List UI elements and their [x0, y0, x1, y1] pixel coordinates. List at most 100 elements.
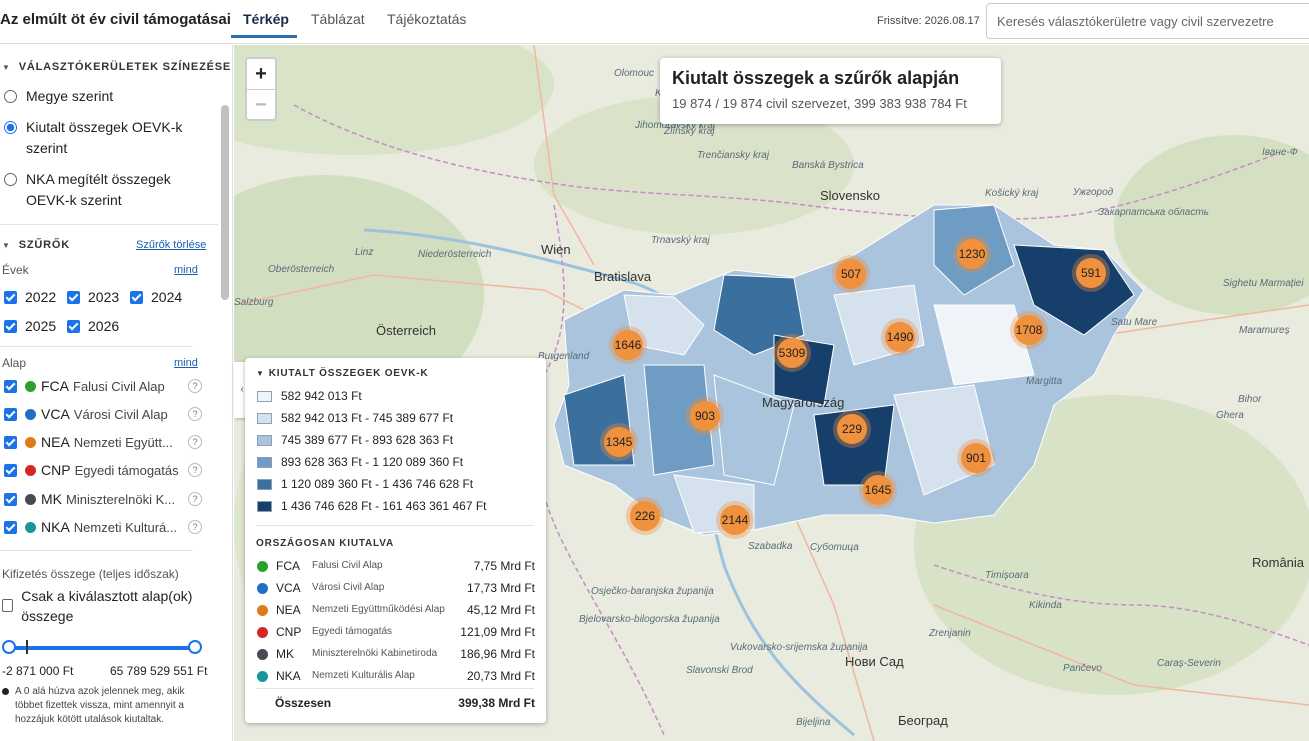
divider [256, 525, 534, 526]
tab-map[interactable]: Térkép [243, 11, 289, 27]
sidebar-scrollbar[interactable] [221, 105, 229, 300]
help-icon[interactable]: ? [188, 520, 202, 534]
map-place-label: Niederösterreich [418, 249, 492, 260]
cluster-marker[interactable]: 901 [957, 439, 995, 477]
fund-checkbox-mk[interactable]: MK Miniszterelnöki K... [4, 491, 175, 507]
fund-checkbox-cnp[interactable]: CNP Egyedi támogatás [4, 462, 179, 478]
tab-info[interactable]: Tájékoztatás [387, 11, 466, 27]
year-2026-checkbox[interactable]: 2026 [67, 318, 119, 334]
slider-min-handle[interactable] [2, 640, 16, 654]
radio-button[interactable] [4, 173, 17, 186]
legend-swatch [257, 390, 272, 402]
year-2023-checkbox[interactable]: 2023 [67, 289, 119, 305]
fund-value: 45,12 Mrd Ft [466, 603, 535, 617]
fund-all-link[interactable]: mind [174, 357, 198, 369]
help-icon[interactable]: ? [188, 492, 202, 506]
cluster-marker[interactable]: 2144 [716, 501, 754, 539]
fund-name: Egyedi támogatás [312, 626, 393, 637]
legend-header[interactable]: ▼ KIUTALT ÖSSZEGEK OEVK-K [256, 368, 428, 379]
year-2025-checkbox[interactable]: 2025 [4, 318, 56, 334]
cluster-count: 901 [961, 443, 991, 473]
cluster-count: 1646 [613, 330, 643, 360]
fund-color-dot [257, 583, 268, 594]
top-bar: Az elmúlt öt év civil támogatásai Térkép… [0, 0, 1309, 44]
radio-button-selected[interactable] [4, 121, 17, 134]
legend-bin: 1 120 089 360 Ft - 1 436 746 628 Ft [257, 477, 473, 491]
cluster-marker[interactable]: 1708 [1010, 311, 1048, 349]
fund-checkbox-vca[interactable]: VCA Városi Civil Alap [4, 406, 168, 422]
fund-checkbox-nka[interactable]: NKA Nemzeti Kulturá... [4, 519, 177, 535]
cluster-count: 229 [837, 414, 867, 444]
fund-name: Miniszterelnöki K... [66, 491, 176, 507]
checkbox[interactable] [4, 492, 17, 506]
help-icon[interactable]: ? [188, 407, 202, 421]
slider-max-handle[interactable] [188, 640, 202, 654]
year-2024-checkbox[interactable]: 2024 [130, 289, 182, 305]
radio-button[interactable] [4, 90, 17, 103]
fund-code: VCA [41, 406, 70, 422]
cluster-marker[interactable]: 226 [626, 497, 664, 535]
fund-code: MK [276, 647, 294, 661]
fund-code: NEA [41, 434, 70, 450]
fund-value: 186,96 Mrd Ft [460, 647, 535, 661]
fund-color-dot [25, 493, 36, 505]
fund-value: 20,73 Mrd Ft [466, 669, 535, 683]
cluster-count: 591 [1076, 258, 1106, 288]
amount-slider-track[interactable] [8, 646, 195, 650]
help-icon[interactable]: ? [188, 435, 202, 449]
map-place-label: Kikinda [1029, 600, 1062, 611]
legend-bin: 745 389 677 Ft - 893 628 363 Ft [257, 433, 453, 447]
cluster-marker[interactable]: 507 [832, 255, 870, 293]
slider-zero-mark [26, 640, 28, 654]
coloring-option-oevk[interactable]: Kiutalt összegek OEVK-k szerint [4, 117, 194, 159]
checkbox[interactable] [4, 520, 17, 534]
zoom-in-button[interactable]: + [247, 59, 275, 89]
checkbox[interactable] [4, 379, 17, 393]
legend-bin-label: 582 942 013 Ft - 745 389 677 Ft [281, 411, 454, 425]
checkbox[interactable] [4, 463, 17, 477]
cluster-marker[interactable]: 1230 [953, 235, 991, 273]
coloring-option-county[interactable]: Megye szerint [4, 86, 113, 107]
coloring-option-nka[interactable]: NKA megítélt összegek OEVK-k szerint [4, 169, 194, 211]
only-selected-checkbox[interactable]: Csak a kiválasztott alap(ok) összege [2, 586, 212, 626]
fund-code: NKA [276, 669, 301, 683]
fund-color-dot [257, 561, 268, 572]
fund-name: Falusi Civil Alap [73, 378, 165, 394]
cluster-marker[interactable]: 1490 [881, 318, 919, 356]
map-place-label: Нови Сад [845, 654, 904, 669]
cluster-marker[interactable]: 5309 [773, 334, 811, 372]
coloring-section-header[interactable]: ▼ VÁLASZTÓKERÜLETEK SZÍNEZÉSE [2, 61, 231, 73]
map-place-label: Wien [541, 242, 571, 257]
tab-table[interactable]: Táblázat [311, 11, 365, 27]
fund-checkbox-nea[interactable]: NEA Nemzeti Együtt... [4, 434, 173, 450]
cluster-count: 226 [630, 501, 660, 531]
fund-checkbox-fca[interactable]: FCA Falusi Civil Alap [4, 378, 165, 394]
cluster-count: 903 [690, 401, 720, 431]
fund-name: Egyedi támogatás [74, 462, 179, 478]
map-title-box: Kiutalt összegek a szűrők alapján 19 874… [660, 58, 1001, 124]
fund-name: Nemzeti Kulturá... [73, 519, 178, 535]
cluster-marker[interactable]: 1645 [859, 471, 897, 509]
fund-color-dot [25, 436, 36, 448]
map-place-label: Zrenjanin [929, 628, 971, 639]
years-all-link[interactable]: mind [174, 264, 198, 276]
help-icon[interactable]: ? [188, 379, 202, 393]
cluster-marker[interactable]: 1345 [600, 423, 638, 461]
cluster-marker[interactable]: 591 [1072, 254, 1110, 292]
map-place-label: Caraș-Severin [1157, 658, 1221, 669]
cluster-marker[interactable]: 1646 [609, 326, 647, 364]
cluster-marker[interactable]: 229 [833, 410, 871, 448]
map-place-label: Ghera [1216, 410, 1244, 421]
checkbox[interactable] [4, 435, 17, 449]
search-input[interactable] [986, 3, 1309, 39]
fund-value: 17,73 Mrd Ft [466, 581, 535, 595]
fund-code: FCA [276, 559, 300, 573]
fund-name: Nemzeti Együttműködési Alap [312, 604, 445, 615]
cluster-marker[interactable]: 903 [686, 397, 724, 435]
checkbox[interactable] [4, 407, 17, 421]
filters-section-header[interactable]: ▼ SZŰRŐK [2, 239, 70, 251]
year-2022-checkbox[interactable]: 2022 [4, 289, 56, 305]
zoom-out-button[interactable]: − [247, 89, 275, 119]
clear-filters-link[interactable]: Szűrők törlése [136, 239, 206, 251]
help-icon[interactable]: ? [188, 463, 202, 477]
